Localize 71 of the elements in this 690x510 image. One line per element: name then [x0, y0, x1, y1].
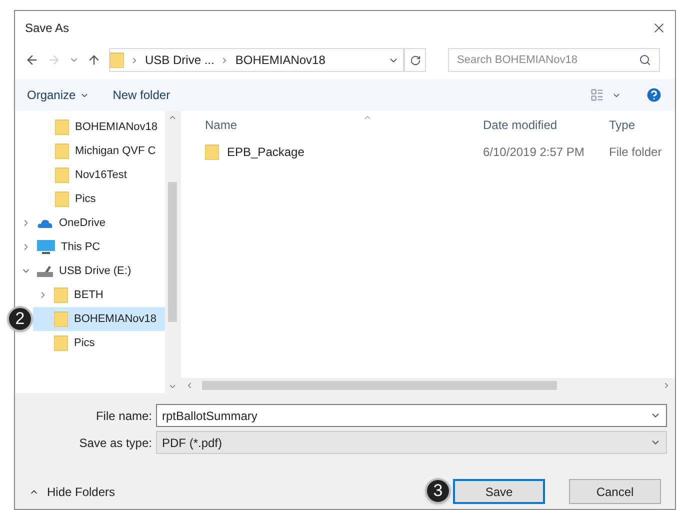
window-title: Save As — [25, 20, 70, 37]
search-icon[interactable] — [639, 54, 651, 66]
address-bar[interactable]: USB Drive ... BOHEMIANov18 — [109, 48, 404, 72]
usb-drive-icon — [37, 265, 53, 277]
nav-item[interactable]: USB Drive (E:) — [15, 259, 165, 283]
cloud-icon — [37, 218, 53, 228]
date-cell-text: 6/10/2019 2:57 PM — [483, 144, 586, 161]
folder-icon — [55, 119, 69, 135]
folder-icon — [54, 287, 68, 303]
nav-item[interactable]: Nov16Test — [15, 163, 165, 187]
nav-label: OneDrive — [59, 216, 106, 231]
step-badge: 3 — [425, 478, 451, 504]
back-icon[interactable] — [25, 53, 39, 67]
breadcrumb-separator-icon — [130, 56, 139, 64]
file-name-field[interactable]: rptBallotSummary — [156, 404, 667, 427]
nav-item[interactable]: This PC — [15, 235, 165, 259]
scroll-left-icon[interactable] — [185, 381, 194, 390]
nav-item[interactable]: Michigan QVF C — [15, 139, 165, 163]
nav-label: Pics — [75, 192, 96, 207]
view-options-icon[interactable] — [590, 88, 604, 102]
nav-label: This PC — [61, 240, 100, 255]
folder-icon — [55, 191, 69, 207]
dialog-button[interactable]: Cancel — [569, 479, 661, 504]
nav-item[interactable]: Pics — [15, 331, 165, 355]
refresh-button[interactable] — [404, 48, 426, 72]
search-field[interactable]: Search BOHEMIANov18 — [448, 48, 660, 72]
nav-label: BOHEMIANov18 — [74, 312, 157, 327]
search-input[interactable]: Search BOHEMIANov18 — [457, 52, 639, 68]
nav-item[interactable]: Pics — [15, 187, 165, 211]
scroll-down-icon[interactable] — [168, 382, 177, 391]
folder-icon — [55, 143, 69, 159]
help-icon[interactable] — [645, 86, 663, 104]
scroll-right-icon[interactable] — [662, 381, 671, 390]
folder-icon — [110, 52, 124, 68]
step-badge: 2 — [7, 306, 33, 332]
folder-icon — [54, 311, 68, 327]
sort-icon — [363, 113, 372, 122]
scroll-up-icon[interactable] — [168, 113, 177, 122]
column-header[interactable]: Type — [609, 116, 636, 134]
up-icon[interactable] — [87, 53, 101, 67]
column-header[interactable]: Name — [205, 116, 483, 134]
toolbar-button[interactable]: Organize — [27, 86, 89, 104]
refresh-icon — [410, 54, 420, 66]
nav-label: Michigan QVF C — [75, 144, 156, 159]
hide-folders-button[interactable]: Hide Folders — [29, 482, 116, 500]
nav-item[interactable]: BETH — [15, 283, 165, 307]
file-name: EPB_Package — [227, 144, 304, 161]
dialog-button[interactable]: Save — [453, 479, 545, 504]
horizontal-scrollbar[interactable] — [181, 378, 675, 393]
vertical-scrollbar[interactable] — [165, 111, 180, 393]
nav-label: USB Drive (E:) — [59, 264, 132, 279]
folder-icon — [55, 167, 69, 183]
nav-label: Nov16Test — [75, 168, 127, 183]
nav-label: Pics — [74, 336, 95, 351]
column-header[interactable]: Date modified — [483, 116, 609, 134]
folder-icon — [54, 335, 68, 351]
monitor-icon — [37, 240, 55, 254]
nav-label: BOHEMIANov18 — [75, 120, 158, 135]
field-label: File name: — [94, 408, 153, 424]
nav-label: BETH — [74, 288, 104, 303]
nav-item[interactable]: OneDrive — [15, 211, 165, 235]
file-type-dropdown[interactable]: PDF (*.pdf) — [156, 431, 667, 454]
nav-item[interactable]: BOHEMIANov18 — [33, 307, 165, 331]
folder-icon — [205, 144, 219, 160]
nav-item[interactable]: BOHEMIANov18 — [15, 115, 165, 139]
breadcrumb[interactable]: USB Drive ... — [145, 51, 214, 69]
type-cell-text: File folder — [609, 144, 662, 161]
breadcrumb[interactable]: BOHEMIANov18 — [235, 51, 326, 69]
file-row[interactable]: EPB_Package 6/10/2019 2:57 PM File folder — [181, 139, 675, 165]
toolbar-button[interactable]: New folder — [112, 86, 170, 104]
field-label: Save as type: — [78, 434, 153, 452]
